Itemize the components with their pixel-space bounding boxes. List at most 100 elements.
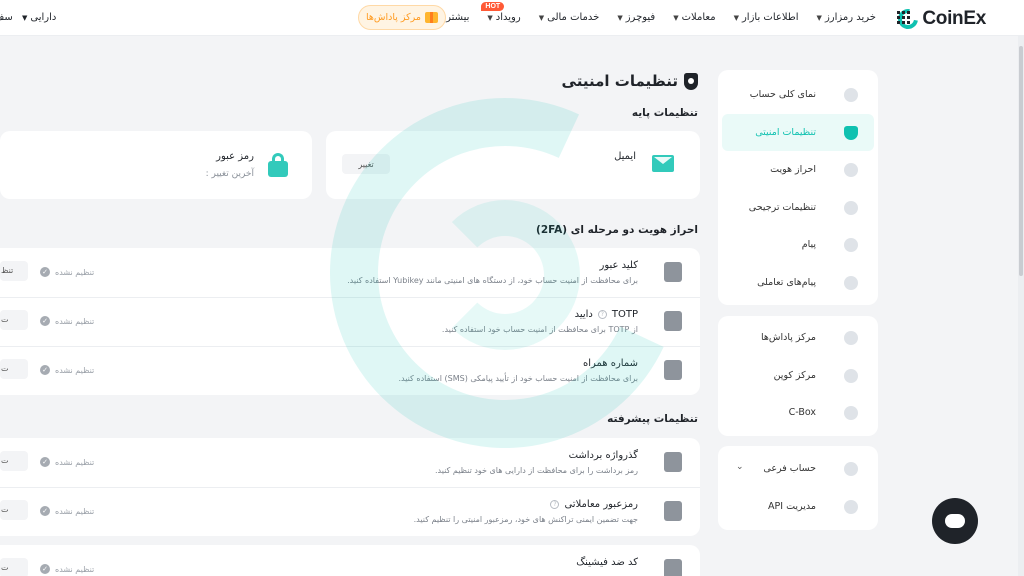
row-title: کد ضد فیشینگ	[576, 557, 638, 568]
status-text: تنظیم نشده	[55, 457, 95, 467]
sidebar-sub-account-menu: حساب فرعی ⌄ مدیریت API	[718, 446, 878, 530]
help-icon[interactable]: ?	[597, 310, 607, 319]
check-circle-icon: ✓	[40, 267, 50, 277]
gift-icon	[844, 331, 858, 345]
chevron-down-icon: ▼	[617, 13, 623, 22]
twofa-row-passkey[interactable]: کلید عبور برای محافظت از امنیت حساب خود،…	[0, 248, 700, 297]
sidebar-item-label: C-Box	[788, 407, 816, 419]
check-circle-icon: ✓	[40, 457, 50, 467]
support-chat-button[interactable]	[932, 498, 978, 544]
sidebar-item-interactive-messages[interactable]: پیام‌های تعاملی	[718, 264, 878, 302]
row-description: برای محافظت از امنیت حساب خود، از دستگاه…	[347, 276, 638, 285]
row-title: گذرواژه برداشت	[569, 450, 638, 461]
truncated-menu-item[interactable]: سف	[0, 12, 13, 23]
setup-button[interactable]: ت	[0, 359, 28, 379]
advanced-row-withdrawal-password[interactable]: گذرواژه برداشت رمز برداشت را برای محافظت…	[0, 438, 700, 487]
anti-phishing-card: کد ضد فیشینگ تنظیم نشده ✓ ت	[0, 545, 700, 576]
nav-futures[interactable]: فیوچرز ▼	[617, 12, 655, 23]
coinex-logo[interactable]: CoinEx	[894, 5, 986, 33]
advanced-settings-card: گذرواژه برداشت رمز برداشت را برای محافظت…	[0, 438, 700, 536]
row-status: تنظیم نشده ✓	[40, 564, 94, 574]
status-text: تنظیم نشده	[55, 506, 95, 516]
check-circle-icon: ✓	[40, 506, 50, 516]
assets-label: دارایی	[30, 12, 57, 23]
sidebar-item-label: نمای کلی حساب	[749, 89, 816, 101]
sidebar-item-coupons[interactable]: مرکز کوپن	[718, 357, 878, 395]
overview-icon	[844, 88, 858, 102]
sidebar-item-cbox[interactable]: C-Box	[718, 394, 878, 432]
sidebar-item-label: تنظیمات امنیتی	[755, 126, 816, 138]
row-status: تنظیم نشده ✓	[40, 365, 94, 375]
sidebar-item-label: تنظیمات ترجیحی	[748, 201, 816, 213]
row-title-text: شماره همراه	[582, 358, 638, 369]
chevron-down-icon: ▼	[816, 13, 822, 22]
row-title-text: کلید عبور	[599, 260, 639, 271]
setup-button[interactable]: ت	[0, 558, 28, 576]
status-text: تنظیم نشده	[55, 564, 95, 574]
nav-financial-services[interactable]: خدمات مالی ▼	[539, 12, 600, 23]
assets-menu[interactable]: دارایی ▼	[22, 12, 56, 23]
gift-icon	[425, 12, 439, 23]
page-title-row: تنظیمات امنیتی	[562, 72, 698, 90]
scrollbar-thumb[interactable]	[1019, 46, 1023, 276]
chat-bubble-icon	[945, 514, 965, 528]
check-circle-icon: ✓	[40, 564, 50, 574]
nav-trading[interactable]: معاملات ▼	[673, 12, 715, 23]
setup-button[interactable]: ت	[0, 500, 28, 520]
row-title: کلید عبور	[600, 260, 639, 271]
sidebar-item-api[interactable]: مدیریت API	[718, 488, 878, 526]
email-icon	[652, 155, 674, 172]
sidebar-rewards-menu: مرکز پاداش‌ها مرکز کوپن C-Box	[718, 316, 878, 436]
page-title: تنظیمات امنیتی	[561, 72, 678, 90]
row-title-text: رمزعبور معاملاتی	[564, 499, 638, 510]
nav-buy-crypto[interactable]: خرید رمزارز ▼	[817, 12, 876, 23]
logo-text: CoinEx	[922, 8, 986, 29]
row-title-text: گذرواژه برداشت	[568, 450, 638, 461]
row-status: تنظیم نشده ✓	[40, 506, 94, 516]
row-description: رمز برداشت را برای محافظت از دارایی های …	[434, 466, 638, 475]
twofa-row-totp[interactable]: TOTP? دایید از TOTP برای محافظت از امنیت …	[0, 297, 700, 346]
interactive-message-icon	[844, 275, 858, 290]
sidebar-item-overview[interactable]: نمای کلی حساب	[718, 76, 878, 114]
row-description: برای محافظت از امنیت حساب خود از تأیید پ…	[398, 374, 638, 383]
phone-icon	[664, 360, 682, 380]
setup-button[interactable]: ت	[0, 451, 28, 471]
email-change-button[interactable]: تغییر	[342, 154, 390, 174]
page-scrollbar[interactable]	[1018, 36, 1024, 576]
status-text: تنظیم نشده	[55, 365, 95, 375]
apps-grid-icon[interactable]	[897, 11, 910, 24]
row-description: از TOTP برای محافظت از امنیت حساب خود اس…	[441, 325, 638, 334]
chevron-down-icon: ▼	[733, 13, 739, 22]
kyc-icon	[844, 163, 858, 177]
nav-market-info[interactable]: اطلاعات بازار ▼	[734, 12, 799, 23]
lock-icon	[268, 153, 288, 177]
sidebar-item-rewards[interactable]: مرکز پاداش‌ها	[718, 319, 878, 357]
setup-button[interactable]: ت	[0, 310, 28, 330]
row-status: تنظیم نشده ✓	[40, 316, 94, 326]
setup-button[interactable]: تنظ	[0, 261, 28, 281]
sidebar-item-label: مرکز پاداش‌ها	[760, 332, 816, 344]
row-title: TOTP? دایید	[575, 309, 638, 320]
advanced-row-anti-phishing[interactable]: کد ضد فیشینگ تنظیم نشده ✓ ت	[0, 545, 700, 576]
row-title-suffix: دایید	[574, 309, 593, 320]
sidebar-item-kyc[interactable]: احراز هویت	[718, 151, 878, 189]
sidebar-item-messages[interactable]: پیام	[718, 226, 878, 264]
basic-settings-heading: تنظیمات پایه	[631, 107, 698, 119]
rewards-center-button[interactable]: مرکز پاداش‌ها	[358, 5, 446, 30]
sidebar-item-label: مدیریت API	[768, 500, 816, 512]
twofa-row-phone[interactable]: شماره همراه برای محافظت از امنیت حساب خو…	[0, 346, 700, 395]
help-icon[interactable]: ?	[550, 500, 560, 509]
twofa-card: کلید عبور برای محافظت از امنیت حساب خود،…	[0, 248, 700, 395]
advanced-row-trading-password[interactable]: رمزعبور معاملاتی? جهت تضمین ایمنی تراکنش…	[0, 487, 700, 536]
chevron-down-icon: ▼	[673, 13, 679, 22]
nav-events[interactable]: HOT رویداد ▼	[481, 2, 521, 23]
row-title-text: کد ضد فیشینگ	[576, 557, 638, 568]
sidebar-item-label: پیام‌های تعاملی	[757, 276, 816, 288]
sidebar-item-sub-account[interactable]: حساب فرعی ⌄	[718, 450, 878, 488]
preferences-icon	[844, 200, 858, 215]
check-circle-icon: ✓	[40, 316, 50, 326]
sidebar-item-label: پیام	[801, 239, 816, 251]
chevron-down-icon: ⌄	[736, 462, 744, 472]
sidebar-item-preferences[interactable]: تنظیمات ترجیحی	[718, 189, 878, 227]
sidebar-item-security[interactable]: تنظیمات امنیتی	[722, 113, 874, 151]
